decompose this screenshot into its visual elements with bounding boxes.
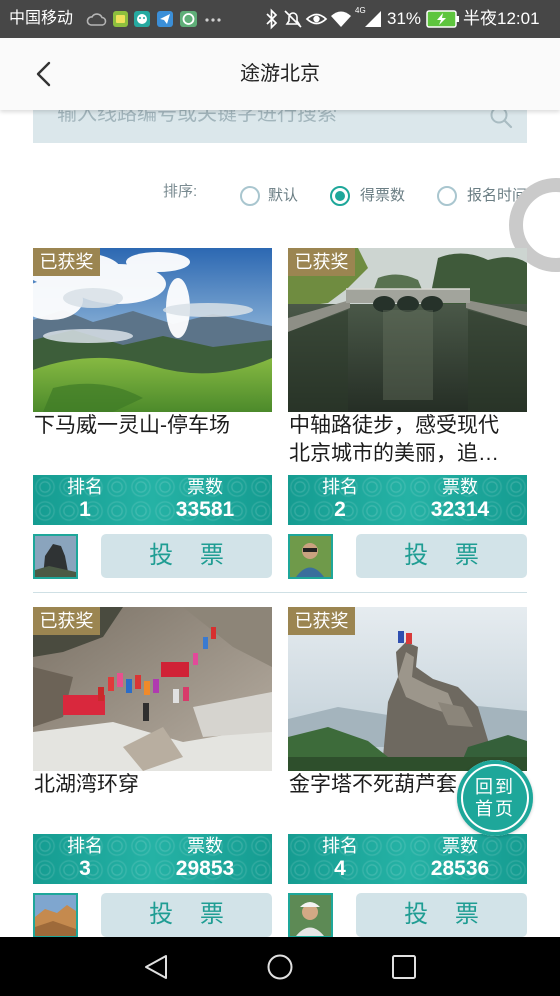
rank-label: 排名: [322, 836, 358, 856]
app-header: 途游北京: [0, 38, 560, 110]
app-screen: 中国移动 4G 31% 半夜12:01 途游北京 排序: 默认 得票数 报名时间: [0, 0, 560, 996]
route-card: 已获奖 下马威一灵山-停车场 排名 1 票数 33581 投 票: [33, 248, 272, 580]
rank-value: 3: [79, 857, 91, 880]
signal-icon: [365, 11, 381, 27]
app-icon-4: [180, 11, 197, 27]
route-title[interactable]: 北湖湾环穿: [34, 771, 258, 799]
row-divider: [33, 592, 527, 593]
votes-value: 32314: [430, 498, 490, 521]
wifi-icon: [331, 11, 351, 27]
bluetooth-icon: [266, 8, 278, 30]
votes-stat: 票数 28536: [420, 834, 500, 881]
back-to-home-button[interactable]: 回到 首页: [457, 760, 533, 836]
app-icon-1: [113, 11, 128, 27]
rank-stat: 排名 1: [45, 475, 125, 522]
eye-icon: [305, 13, 328, 25]
app-icon-2: [134, 11, 150, 27]
vote-button[interactable]: 投 票: [356, 534, 527, 578]
awarded-badge: 已获奖: [33, 607, 100, 635]
clock: 半夜12:01: [463, 9, 540, 28]
battery-percentage: 31%: [387, 9, 422, 28]
rank-label: 排名: [67, 836, 103, 856]
route-card: 已获奖 中轴路徒步，感受现代北京城市的美丽，追… 排名 2 票数 32314 投…: [288, 248, 527, 580]
paper-plane-icon: [157, 11, 173, 27]
system-nav-bar: [0, 937, 560, 996]
sort-option-default-label[interactable]: 默认: [268, 186, 298, 206]
carrier-name: 中国移动: [9, 10, 74, 27]
votes-stat: 票数 32314: [420, 475, 500, 522]
vote-button[interactable]: 投 票: [101, 534, 272, 578]
sort-radio-votes[interactable]: [330, 186, 350, 206]
status-bar: 中国移动 4G 31% 半夜12:01: [0, 0, 560, 38]
network-type: 4G: [355, 6, 366, 15]
route-stats: 排名 1 票数 33581: [33, 475, 272, 525]
rank-label: 排名: [322, 477, 358, 497]
recent-apps-icon[interactable]: [389, 952, 419, 982]
back-to-home-line2: 首页: [475, 799, 515, 819]
rank-stat: 排名 2: [300, 475, 380, 522]
votes-label: 票数: [187, 836, 223, 856]
weather-icon: [86, 13, 107, 26]
more-icon: [205, 18, 221, 22]
rank-value: 2: [334, 498, 346, 521]
back-to-home-line1: 回到: [475, 777, 515, 797]
page-title: 途游北京: [240, 63, 320, 85]
route-title[interactable]: 中轴路徒步，感受现代北京城市的美丽，追…: [289, 412, 513, 468]
sort-radio-signup-time[interactable]: [437, 186, 457, 206]
awarded-badge: 已获奖: [33, 248, 100, 276]
votes-stat: 票数 33581: [165, 475, 245, 522]
route-title[interactable]: 下马威一灵山-停车场: [34, 412, 258, 440]
route-stats: 排名 4 票数 28536: [288, 834, 527, 884]
votes-stat: 票数 29853: [165, 834, 245, 881]
route-stats: 排名 2 票数 32314: [288, 475, 527, 525]
votes-label: 票数: [442, 477, 478, 497]
sort-radio-default[interactable]: [240, 186, 260, 206]
votes-value: 33581: [175, 498, 235, 521]
avatar: [33, 893, 78, 938]
vote-button[interactable]: 投 票: [356, 893, 527, 937]
sort-option-votes-label[interactable]: 得票数: [360, 186, 405, 206]
rank-stat: 排名 4: [300, 834, 380, 881]
votes-value: 29853: [175, 857, 235, 880]
route-card: 已获奖 北湖湾环穿 排名 3 票数 29853 投 票: [33, 607, 272, 939]
rank-value: 4: [334, 857, 346, 880]
vote-button[interactable]: 投 票: [101, 893, 272, 937]
route-stats: 排名 3 票数 29853: [33, 834, 272, 884]
awarded-badge: 已获奖: [288, 248, 355, 276]
home-icon[interactable]: [265, 952, 295, 982]
battery-icon: [426, 10, 459, 28]
sort-label: 排序:: [163, 183, 198, 200]
avatar: [288, 534, 333, 579]
votes-value: 28536: [430, 857, 490, 880]
rank-stat: 排名 3: [45, 834, 125, 881]
rank-label: 排名: [67, 477, 103, 497]
mute-icon: [284, 10, 302, 28]
rank-value: 1: [79, 498, 91, 521]
back-icon[interactable]: [141, 952, 171, 982]
votes-label: 票数: [187, 477, 223, 497]
awarded-badge: 已获奖: [288, 607, 355, 635]
avatar: [33, 534, 78, 579]
avatar: [288, 893, 333, 938]
votes-label: 票数: [442, 836, 478, 856]
